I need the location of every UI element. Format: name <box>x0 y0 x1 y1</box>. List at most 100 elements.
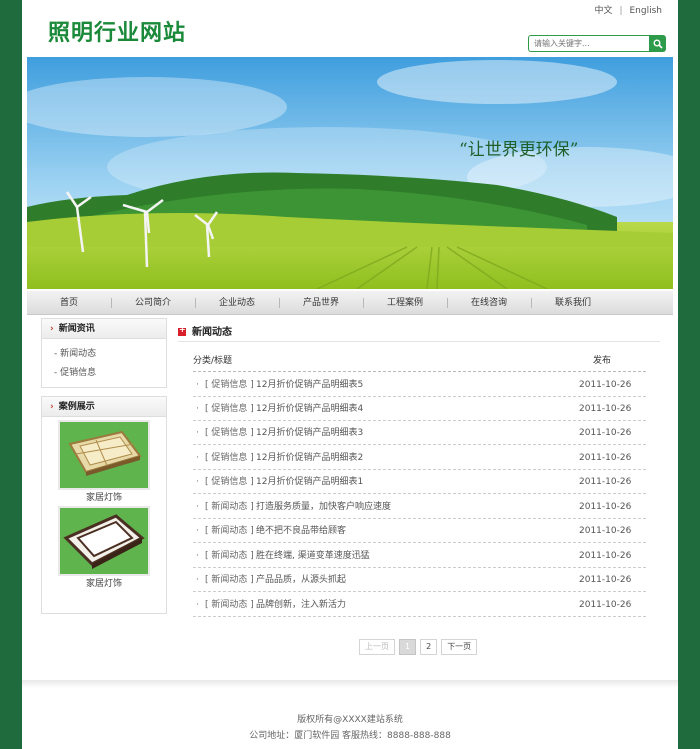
table-row[interactable]: · [ 促销信息 ] 12月折价促销产品明细表4 2011-10-26 <box>193 397 646 421</box>
row-title-link[interactable]: 12月折价促销产品明细表4 <box>256 397 363 421</box>
row-title-link[interactable]: 绝不把不良品带给顾客 <box>256 519 346 543</box>
chevron-right-icon: › <box>50 402 54 412</box>
row-category[interactable]: [ 新闻动态 ] <box>205 519 254 543</box>
sidebar-cases-header: › 案例展示 <box>42 397 166 417</box>
bullet-icon: · <box>196 575 199 585</box>
nav-item-contact[interactable]: 联系我们 <box>531 291 615 314</box>
table-row[interactable]: · [ 促销信息 ] 12月折价促销产品明细表2 2011-10-26 <box>193 446 646 470</box>
prev-page-button[interactable]: 上一页 <box>359 639 395 655</box>
search-button[interactable] <box>650 35 666 52</box>
row-title-link[interactable]: 打造服务质量，加快客户响应速度 <box>256 495 391 519</box>
row-date: 2011-10-26 <box>579 453 632 463</box>
banner-landscape-image: “让世界更环保” <box>27 57 673 289</box>
footer-divider <box>22 680 678 688</box>
page: 照明行业网站 中文 | English 请输入关键字... “让世界更环保” 首… <box>22 0 678 749</box>
footer-copyright: 版权所有@XXXX建站系统 <box>297 715 403 725</box>
section-title-text: 新闻动态 <box>192 327 232 338</box>
table-row[interactable]: · [ 促销信息 ] 12月折价促销产品明细表3 2011-10-26 <box>193 421 646 445</box>
ceiling-lamp-icon <box>60 422 148 488</box>
bullet-icon: · <box>196 404 199 414</box>
sidebar-link-news[interactable]: - 新闻动态 <box>42 345 166 364</box>
column-header-title: 分类/标题 <box>193 356 233 366</box>
row-date: 2011-10-26 <box>579 526 632 536</box>
bullet-icon: · <box>196 551 199 561</box>
bullet-icon: · <box>196 502 199 512</box>
case-item[interactable]: 家居灯饰 <box>42 506 166 592</box>
case-image-ceiling-lamp[interactable] <box>58 420 150 490</box>
table-row[interactable]: · [ 促销信息 ] 12月折价促销产品明细表5 2011-10-26 <box>193 373 646 397</box>
row-category[interactable]: [ 促销信息 ] <box>205 446 254 470</box>
sidebar-cases-title: 案例展示 <box>58 402 95 412</box>
row-date: 2011-10-26 <box>579 502 632 512</box>
row-category[interactable]: [ 促销信息 ] <box>205 421 254 445</box>
sidebar-link-promo-label: 促销信息 <box>60 368 97 378</box>
lang-separator: | <box>619 6 623 16</box>
row-title-link[interactable]: 12月折价促销产品明细表3 <box>256 421 363 445</box>
table-row[interactable]: · [ 新闻动态 ] 绝不把不良品带给顾客 2011-10-26 <box>193 519 646 543</box>
nav-item-consult[interactable]: 在线咨询 <box>447 291 531 314</box>
hero-banner: “让世界更环保” <box>27 57 673 289</box>
row-title-link[interactable]: 12月折价促销产品明细表5 <box>256 373 363 397</box>
row-title-link[interactable]: 12月折价促销产品明细表1 <box>256 470 363 494</box>
search-input[interactable] <box>528 35 650 52</box>
table-header: 分类/标题 发布 <box>193 350 646 372</box>
table-row[interactable]: · [ 新闻动态 ] 胜在终端, 渠道变革速度迅猛 2011-10-26 <box>193 544 646 568</box>
row-date: 2011-10-26 <box>579 600 632 610</box>
table-row[interactable]: · [ 新闻动态 ] 打造服务质量，加快客户响应速度 2011-10-26 <box>193 495 646 519</box>
row-category[interactable]: [ 促销信息 ] <box>205 397 254 421</box>
plus-square-icon <box>178 325 186 336</box>
row-date: 2011-10-26 <box>579 477 632 487</box>
footer: 版权所有@XXXX建站系统 公司地址：厦门软件园 客服热线：8888-888-8… <box>22 712 678 744</box>
row-title-link[interactable]: 产品品质，从源头抓起 <box>256 568 346 592</box>
bullet-icon: · <box>196 380 199 390</box>
sidebar-link-news-label: 新闻动态 <box>60 349 97 359</box>
row-date: 2011-10-26 <box>579 404 632 414</box>
sidebar-link-promo[interactable]: - 促销信息 <box>42 364 166 383</box>
pagination: 上一页 1 2 下一页 <box>359 639 478 655</box>
row-title-link[interactable]: 品牌创新，注入新活力 <box>256 593 346 617</box>
row-title-link[interactable]: 12月折价促销产品明细表2 <box>256 446 363 470</box>
search-icon <box>653 39 663 49</box>
bullet-icon: · <box>196 477 199 487</box>
row-category[interactable]: [ 新闻动态 ] <box>205 593 254 617</box>
nav-item-projects[interactable]: 工程案例 <box>363 291 447 314</box>
bullet-icon: · <box>196 428 199 438</box>
lang-zh-link[interactable]: 中文 <box>594 6 612 16</box>
language-switcher: 中文 | English <box>594 3 662 16</box>
column-header-date: 发布 <box>593 356 612 366</box>
row-category[interactable]: [ 新闻动态 ] <box>205 544 254 568</box>
row-category[interactable]: [ 新闻动态 ] <box>205 568 254 592</box>
case-label[interactable]: 家居灯饰 <box>42 576 166 592</box>
nav-item-products[interactable]: 产品世界 <box>279 291 363 314</box>
page-button-2[interactable]: 2 <box>420 639 438 655</box>
row-category[interactable]: [ 促销信息 ] <box>205 373 254 397</box>
bullet-icon: · <box>196 526 199 536</box>
nav-item-company-news[interactable]: 企业动态 <box>195 291 279 314</box>
table-row[interactable]: · [ 新闻动态 ] 产品品质，从源头抓起 2011-10-26 <box>193 568 646 592</box>
search-bar <box>528 35 666 52</box>
chevron-right-icon: › <box>50 324 54 334</box>
sidebar-news-header: › 新闻资讯 <box>42 319 166 339</box>
page-button-1[interactable]: 1 <box>399 639 417 655</box>
table-row[interactable]: · [ 新闻动态 ] 品牌创新，注入新活力 2011-10-26 <box>193 593 646 617</box>
row-category[interactable]: [ 促销信息 ] <box>205 470 254 494</box>
ceiling-lamp-icon <box>60 508 148 574</box>
bullet-icon: · <box>196 453 199 463</box>
section-title: 新闻动态 <box>178 323 660 342</box>
lang-en-link[interactable]: English <box>630 6 663 16</box>
table-row[interactable]: · [ 促销信息 ] 12月折价促销产品明细表1 2011-10-26 <box>193 470 646 494</box>
nav-item-about[interactable]: 公司简介 <box>111 291 195 314</box>
row-category[interactable]: [ 新闻动态 ] <box>205 495 254 519</box>
row-title-link[interactable]: 胜在终端, 渠道变革速度迅猛 <box>256 544 370 568</box>
site-logo[interactable]: 照明行业网站 <box>48 15 186 47</box>
case-image-ceiling-lamp[interactable] <box>58 506 150 576</box>
banner-slogan: “让世界更环保” <box>459 140 578 160</box>
main-nav: 首页 公司简介 企业动态 产品世界 工程案例 在线咨询 联系我们 <box>27 291 673 315</box>
nav-item-home[interactable]: 首页 <box>27 291 111 314</box>
case-item[interactable]: 家居灯饰 <box>42 420 166 506</box>
next-page-button[interactable]: 下一页 <box>441 639 478 655</box>
sidebar-news-title: 新闻资讯 <box>58 324 95 334</box>
footer-address: 公司地址：厦门软件园 客服热线：8888-888-888 <box>249 731 451 741</box>
sidebar-cases-box: › 案例展示 家居灯饰 家居灯饰 <box>41 396 167 614</box>
case-label[interactable]: 家居灯饰 <box>42 490 166 506</box>
